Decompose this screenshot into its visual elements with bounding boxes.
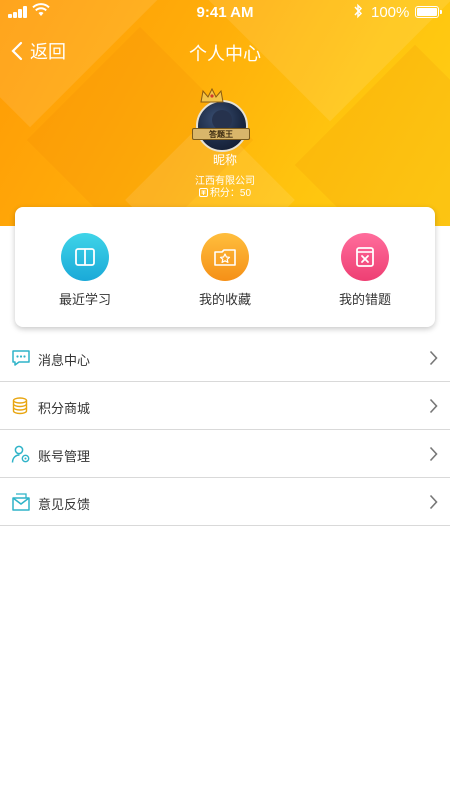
chevron-right-icon <box>429 398 438 414</box>
status-bar: 9:41 AM 100% <box>0 0 450 24</box>
battery-percent: 100% <box>371 4 410 21</box>
recent-study-label: 最近学习 <box>58 292 111 307</box>
page-title: 个人中心 <box>189 44 261 64</box>
message-icon <box>12 350 30 366</box>
star-folder-icon <box>201 233 249 281</box>
menu-label-feedback: 意见反馈 <box>38 497 91 512</box>
bluetooth-icon <box>354 3 363 19</box>
avatar-image <box>196 100 248 152</box>
feedback-mail-icon <box>12 493 30 511</box>
nickname: 昵称 <box>212 153 237 167</box>
account-settings-icon <box>11 445 30 463</box>
recent-study-button[interactable]: 最近学习 <box>15 207 155 327</box>
menu-item-points-mall[interactable]: 积分商城 <box>0 382 450 430</box>
points-value: 积分：50 <box>209 188 252 199</box>
settings-menu: 消息中心 积分商城 账号管理 意见反馈 <box>0 334 450 526</box>
points-icon <box>198 188 208 197</box>
chevron-right-icon <box>429 494 438 510</box>
menu-label-account: 账号管理 <box>38 449 91 464</box>
my-mistakes-button[interactable]: 我的错题 <box>295 207 435 327</box>
my-favorites-button[interactable]: 我的收藏 <box>155 207 295 327</box>
profile-header: 9:41 AM 100% 返回 个人中心 答题王 昵称 江西有限公司 积分：50 <box>0 0 450 226</box>
menu-item-account[interactable]: 账号管理 <box>0 430 450 478</box>
my-mistakes-label: 我的错题 <box>338 292 391 307</box>
menu-item-feedback[interactable]: 意见反馈 <box>0 478 450 526</box>
battery-icon <box>415 6 442 18</box>
wrong-book-icon <box>341 233 389 281</box>
menu-label-points-mall: 积分商城 <box>38 401 91 416</box>
points-line: 积分：50 <box>0 184 450 199</box>
book-icon <box>61 233 109 281</box>
chevron-right-icon <box>429 350 438 366</box>
coins-icon <box>12 397 28 415</box>
my-favorites-label: 我的收藏 <box>198 292 251 307</box>
quick-actions-card: 最近学习 我的收藏 我的错题 <box>15 207 435 327</box>
menu-label-messages: 消息中心 <box>38 353 91 368</box>
chevron-right-icon <box>429 446 438 462</box>
menu-item-messages[interactable]: 消息中心 <box>0 334 450 382</box>
crown-icon <box>200 88 224 103</box>
avatar[interactable]: 答题王 <box>192 88 256 154</box>
rank-badge: 答题王 <box>192 128 250 140</box>
